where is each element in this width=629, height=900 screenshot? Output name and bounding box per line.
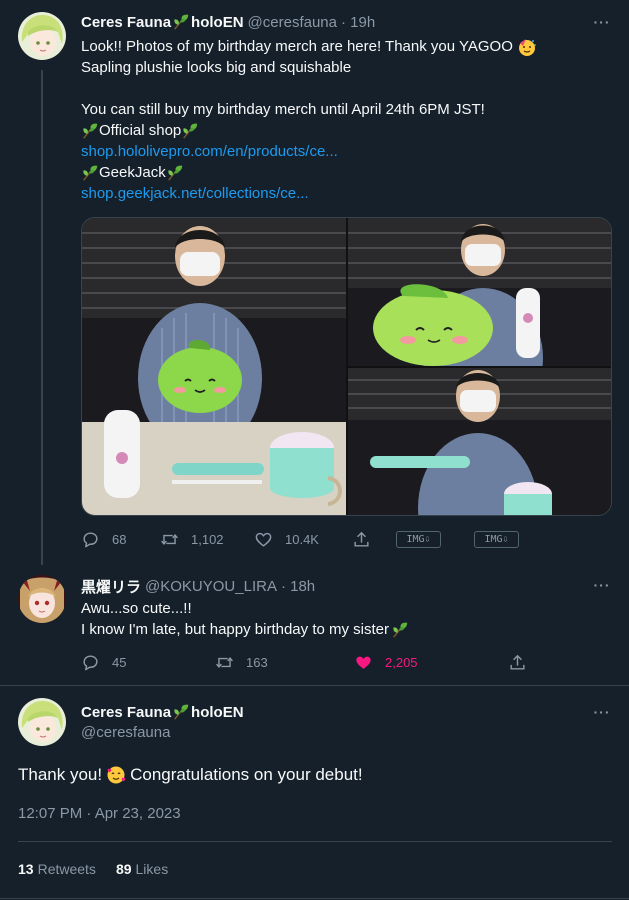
tweet-line-2: I know I'm late, but happy birthday to m… bbox=[81, 621, 389, 638]
retweet-button[interactable]: 163 bbox=[215, 653, 268, 672]
like-icon bbox=[254, 530, 273, 549]
leaf-emoji-icon bbox=[391, 621, 409, 639]
leaf-emoji-icon bbox=[172, 703, 190, 721]
display-name[interactable]: 黒燿リラ bbox=[81, 576, 141, 597]
avatar-kokuyou-lira[interactable] bbox=[18, 575, 66, 623]
official-shop-link[interactable]: shop.hololivepro.com/en/products/ce... bbox=[81, 141, 601, 162]
smiling-hearts-icon bbox=[106, 765, 126, 785]
divider bbox=[18, 841, 612, 842]
share-button[interactable] bbox=[352, 530, 383, 549]
likes-count: 89 bbox=[115, 861, 132, 877]
display-name-badge[interactable]: holoEN bbox=[191, 14, 244, 31]
like-count: 2,205 bbox=[385, 655, 418, 670]
geekjack-link[interactable]: shop.geekjack.net/collections/ce... bbox=[81, 183, 601, 204]
retweets-count: 13 bbox=[18, 861, 34, 877]
reply-icon bbox=[81, 653, 100, 672]
avatar-ceres-fauna[interactable] bbox=[18, 12, 66, 60]
geekjack-label: GeekJack bbox=[99, 164, 166, 181]
official-shop-label: Official shop bbox=[99, 122, 182, 139]
tweet-text: Look!! Photos of my birthday merch are h… bbox=[81, 36, 601, 204]
user-handle[interactable]: @ceresfauna bbox=[248, 14, 337, 31]
img-download-button-2[interactable]: IMG⇩ bbox=[474, 531, 519, 548]
user-handle[interactable]: @KOKUYOU_LIRA bbox=[145, 578, 277, 595]
share-icon bbox=[508, 653, 527, 672]
divider bbox=[0, 685, 629, 686]
engagement-stats: 13 Retweets 89 Likes bbox=[18, 861, 168, 877]
likes-stat[interactable]: 89 Likes bbox=[116, 861, 168, 877]
retweet-icon bbox=[160, 530, 179, 549]
tweet-time[interactable]: · 18h bbox=[281, 578, 315, 595]
thread-line bbox=[41, 70, 43, 565]
photo-1[interactable] bbox=[82, 218, 346, 516]
retweet-button[interactable]: 1,102 bbox=[160, 530, 224, 549]
like-count: 10.4K bbox=[285, 532, 319, 547]
tweet-text-part-2: Congratulations on your debut! bbox=[130, 765, 363, 784]
like-icon bbox=[354, 653, 373, 672]
display-name[interactable]: Ceres Fauna bbox=[81, 14, 171, 31]
retweets-label: Retweets bbox=[37, 861, 96, 877]
like-button[interactable]: 2,205 bbox=[354, 653, 418, 672]
tweet-timestamp[interactable]: 12:07 PM · Apr 23, 2023 bbox=[18, 805, 181, 822]
media-grid bbox=[81, 217, 612, 516]
reply-count: 68 bbox=[112, 532, 127, 547]
divider bbox=[0, 898, 629, 899]
more-icon[interactable]: ··· bbox=[592, 15, 612, 35]
leaf-emoji-icon bbox=[81, 122, 99, 140]
tweet-line-2: Sapling plushie looks big and squishable bbox=[81, 59, 352, 76]
like-button[interactable]: 10.4K bbox=[254, 530, 319, 549]
tweet-line-3: You can still buy my birthday merch unti… bbox=[81, 101, 485, 118]
reply-button[interactable]: 68 bbox=[81, 530, 126, 549]
photo-3[interactable] bbox=[348, 368, 612, 516]
reply-icon bbox=[81, 530, 100, 549]
partying-face-icon bbox=[517, 37, 537, 57]
tweet-time[interactable]: · 19h bbox=[341, 14, 375, 31]
leaf-emoji-icon bbox=[166, 164, 184, 182]
reply-count: 45 bbox=[112, 655, 127, 670]
leaf-emoji-icon bbox=[181, 122, 199, 140]
share-button[interactable] bbox=[508, 653, 539, 672]
user-handle[interactable]: @ceresfauna bbox=[81, 724, 170, 741]
leaf-emoji-icon bbox=[172, 13, 190, 31]
tweet-text-part-1: Thank you! bbox=[18, 765, 103, 784]
retweet-icon bbox=[215, 653, 234, 672]
avatar-ceres-fauna[interactable] bbox=[18, 698, 66, 746]
retweets-stat[interactable]: 13 Retweets bbox=[18, 861, 96, 877]
leaf-emoji-icon bbox=[81, 164, 99, 182]
share-icon bbox=[352, 530, 371, 549]
more-icon[interactable]: ··· bbox=[592, 705, 612, 725]
photo-2[interactable] bbox=[348, 218, 612, 366]
more-icon[interactable]: ··· bbox=[592, 578, 612, 598]
img-download-button-1[interactable]: IMG⇩ bbox=[396, 531, 441, 548]
likes-label: Likes bbox=[135, 861, 169, 877]
display-name-badge[interactable]: holoEN bbox=[191, 704, 244, 721]
tweet-line-1: Awu...so cute...!! bbox=[81, 600, 192, 617]
retweet-count: 163 bbox=[246, 655, 268, 670]
tweet-text: Awu...so cute...!! I know I'm late, but … bbox=[81, 598, 601, 640]
tweet-text: Thank you! Congratulations on your debut… bbox=[18, 765, 363, 785]
reply-button[interactable]: 45 bbox=[81, 653, 126, 672]
retweet-count: 1,102 bbox=[191, 532, 224, 547]
display-name[interactable]: Ceres Fauna bbox=[81, 704, 171, 721]
tweet-line-1: Look!! Photos of my birthday merch are h… bbox=[81, 38, 513, 55]
